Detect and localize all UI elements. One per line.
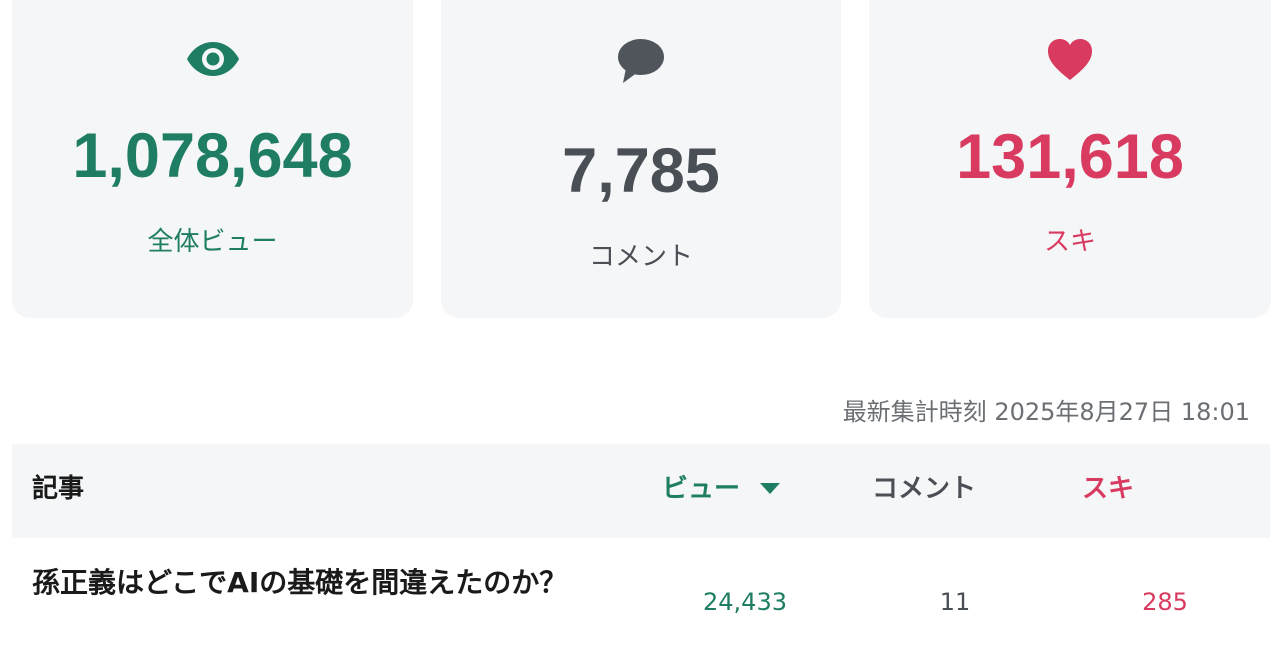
total-views-card: 1,078,648 全体ビュー <box>12 0 413 318</box>
speech-bubble-icon <box>617 38 665 88</box>
comments-card: 7,785 コメント <box>441 0 841 318</box>
sort-descending-icon <box>760 483 781 494</box>
total-views-value: 1,078,648 <box>72 121 353 191</box>
likes-label: スキ <box>1043 227 1096 257</box>
heart-icon <box>1046 38 1094 86</box>
total-views-label: 全体ビュー <box>147 227 278 257</box>
comments-label: コメント <box>588 242 693 272</box>
column-header-views-label: ビュー <box>662 474 741 504</box>
eye-icon <box>186 40 240 82</box>
article-likes-count: 285 <box>1142 588 1188 616</box>
article-views-count: 24,433 <box>703 588 787 616</box>
likes-value: 131,618 <box>956 122 1184 192</box>
stats-dashboard: 1,078,648 全体ビュー 7,785 コメント 131,618 スキ 最新… <box>0 0 1280 671</box>
column-header-views[interactable]: ビュー <box>662 474 781 504</box>
article-title-link[interactable]: 孫正義はどこでAIの基礎を間違えたのか？ <box>32 560 602 606</box>
last-updated-timestamp: 最新集計時刻 2025年8月27日 18:01 <box>842 398 1250 426</box>
column-header-comments[interactable]: コメント <box>872 476 976 502</box>
column-header-article: 記事 <box>32 474 85 504</box>
likes-card: 131,618 スキ <box>869 0 1271 318</box>
table-header: 記事 ビュー コメント スキ <box>12 444 1270 538</box>
comments-value: 7,785 <box>562 136 720 206</box>
column-header-likes[interactable]: スキ <box>1082 476 1134 502</box>
article-comments-count: 11 <box>939 588 971 616</box>
